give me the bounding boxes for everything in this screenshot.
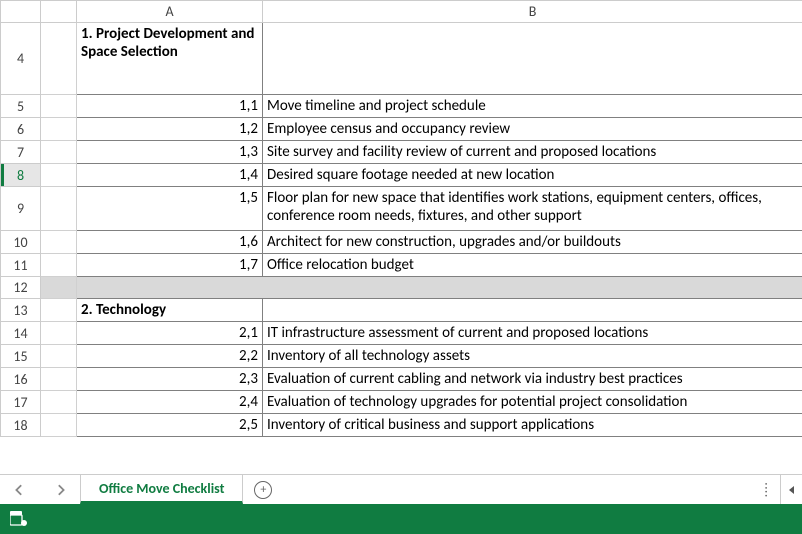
cell-blank[interactable] [41,368,77,391]
select-all-corner[interactable] [1,1,41,23]
sheet-tab-active[interactable]: Office Move Checklist [80,475,243,504]
row-header[interactable]: 15 [1,345,41,368]
cell-a[interactable]: 1. Project Development and Space Selecti… [77,23,263,95]
cell-b[interactable]: Evaluation of technology upgrades for po… [263,391,802,414]
cell-b[interactable]: Employee census and occupancy review [263,118,802,141]
cell-blank[interactable] [41,23,77,95]
cell-a[interactable]: 1,7 [77,254,263,277]
cell-a[interactable]: 2,5 [77,414,263,437]
table-row: 11 1,7Office relocation budget [1,254,802,277]
cell-b[interactable]: Floor plan for new space that identifies… [263,187,802,231]
row-header[interactable]: 17 [1,391,41,414]
cell-a[interactable]: 1,4 [77,164,263,187]
cell-a[interactable]: 1,3 [77,141,263,164]
cell-b[interactable] [263,299,802,322]
plus-icon: + [254,481,272,499]
col-header-b[interactable]: B [263,1,802,23]
row-header[interactable]: 12 [1,277,41,299]
tab-overflow-menu[interactable]: ⁞ [754,481,780,498]
cell-blank[interactable] [41,141,77,164]
row-header[interactable]: 10 [1,231,41,254]
cell-a[interactable]: 2,4 [77,391,263,414]
table-row: 15 2,2Inventory of all technology assets [1,345,802,368]
table-row: 4 1. Project Development and Space Select… [1,23,802,95]
cell-blank[interactable] [41,414,77,437]
cell-b[interactable]: IT infrastructure assessment of current … [263,322,802,345]
cell-a[interactable]: 2,1 [77,322,263,345]
cell-blank[interactable] [41,322,77,345]
row-header[interactable]: 11 [1,254,41,277]
record-macro-icon[interactable] [10,511,28,527]
table-row: 17 2,4Evaluation of technology upgrades f… [1,391,802,414]
cell-blank[interactable] [41,345,77,368]
sheet-tab-bar: Office Move Checklist + ⁞ [0,474,802,504]
tab-scroll-end[interactable] [780,475,802,504]
row-header[interactable]: 9 [1,187,41,231]
cell-a[interactable]: 1,1 [77,95,263,118]
cell-b[interactable]: Move timeline and project schedule [263,95,802,118]
row-header[interactable]: 16 [1,368,41,391]
row-header[interactable]: 7 [1,141,41,164]
cell-b[interactable]: Desired square footage needed at new loc… [263,164,802,187]
tab-scroll-left[interactable] [0,475,40,504]
row-header[interactable]: 5 [1,95,41,118]
separator-row[interactable] [77,277,802,299]
cell-blank[interactable] [41,187,77,231]
row-header[interactable]: 8 [1,164,41,187]
cell-blank[interactable] [41,118,77,141]
tab-scroll-right[interactable] [40,475,80,504]
cell-blank[interactable] [41,95,77,118]
cell-b[interactable]: Site survey and facility review of curre… [263,141,802,164]
cell-blank[interactable] [41,391,77,414]
row-header[interactable]: 14 [1,322,41,345]
cell-blank[interactable] [41,277,77,299]
cell-a[interactable]: 1,2 [77,118,263,141]
cell-blank[interactable] [41,254,77,277]
row-header[interactable]: 4 [1,23,41,95]
cell-blank[interactable] [41,231,77,254]
chevron-left-icon [14,484,26,496]
cell-b[interactable]: Office relocation budget [263,254,802,277]
chevron-right-icon [54,484,66,496]
cell-b[interactable] [263,23,802,95]
table-row: 14 2,1IT infrastructure assessment of cur… [1,322,802,345]
cell-b[interactable]: Architect for new construction, upgrades… [263,231,802,254]
cell-b[interactable]: Inventory of critical business and suppo… [263,414,802,437]
cell-a[interactable]: 1,5 [77,187,263,231]
cell-a[interactable]: 1,6 [77,231,263,254]
cell-blank[interactable] [41,299,77,322]
table-row: 16 2,3Evaluation of current cabling and n… [1,368,802,391]
col-header-blank[interactable] [41,1,77,23]
table-row: 12 [1,277,802,299]
table-row: 5 1,1Move timeline and project schedule [1,95,802,118]
grid[interactable]: A B 4 1. Project Development and Space Se… [0,0,802,437]
cell-a[interactable]: 2,2 [77,345,263,368]
spreadsheet-area: A B 4 1. Project Development and Space Se… [0,0,802,474]
row-header[interactable]: 13 [1,299,41,322]
cell-b[interactable]: Evaluation of current cabling and networ… [263,368,802,391]
table-row: 13 2. Technology [1,299,802,322]
table-row: 10 1,6Architect for new construction, upg… [1,231,802,254]
status-bar [0,504,802,534]
row-header[interactable]: 18 [1,414,41,437]
cell-b[interactable]: Inventory of all technology assets [263,345,802,368]
add-sheet-button[interactable]: + [243,475,283,504]
table-row: 9 1,5Floor plan for new space that identi… [1,187,802,231]
cell-a[interactable]: 2. Technology [77,299,263,322]
table-row: 7 1,3Site survey and facility review of c… [1,141,802,164]
triangle-left-icon [787,485,797,495]
table-row: 8 1,4Desired square footage needed at new… [1,164,802,187]
cell-blank[interactable] [41,164,77,187]
col-header-a[interactable]: A [77,1,263,23]
row-header[interactable]: 6 [1,118,41,141]
cell-a[interactable]: 2,3 [77,368,263,391]
table-row: 6 1,2Employee census and occupancy review [1,118,802,141]
table-row: 18 2,5Inventory of critical business and … [1,414,802,437]
